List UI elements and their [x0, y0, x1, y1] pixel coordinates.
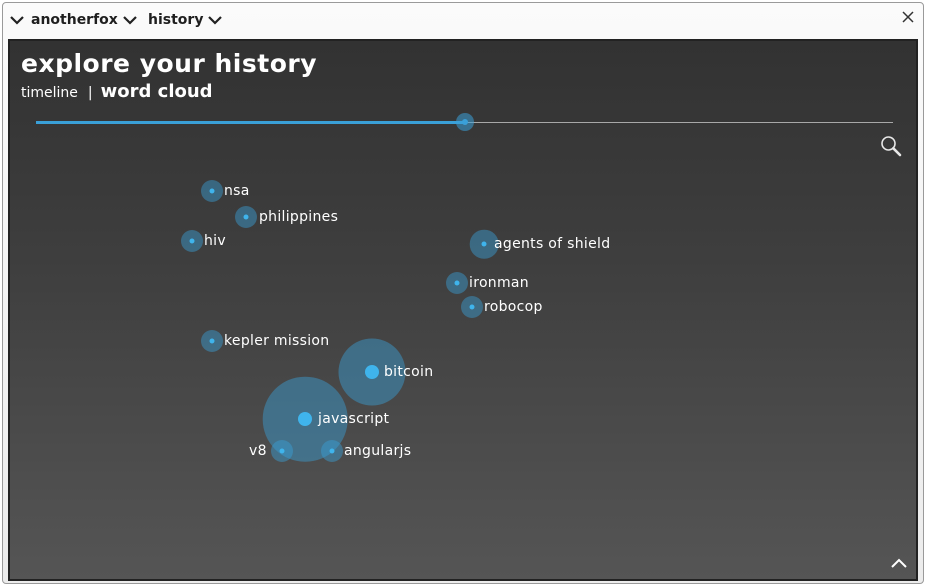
word-dot: [469, 304, 475, 310]
word-dot: [329, 448, 335, 454]
chevron-down-icon[interactable]: [207, 14, 223, 26]
word-label[interactable]: nsa: [224, 183, 250, 199]
word-label[interactable]: v8: [249, 443, 267, 459]
word-label[interactable]: hiv: [204, 233, 226, 249]
close-icon[interactable]: [901, 10, 915, 24]
crumb-history-label: history: [148, 12, 204, 28]
word-label[interactable]: agents of shield: [494, 236, 610, 252]
word-dot: [209, 338, 215, 344]
word-dot: [243, 214, 249, 220]
word-dot: [481, 241, 487, 247]
word-cloud: nsa philippines hiv agents of shield ironman…: [10, 41, 916, 579]
word-label[interactable]: kepler mission: [224, 333, 329, 349]
crumb-anotherfox-label: anotherfox: [31, 12, 118, 28]
word-dot: [189, 238, 195, 244]
word-label[interactable]: ironman: [469, 275, 529, 291]
word-label[interactable]: angularjs: [344, 443, 411, 459]
word-label[interactable]: javascript: [318, 411, 389, 427]
word-dot: [298, 412, 312, 426]
word-label[interactable]: robocop: [484, 299, 543, 315]
crumb-history[interactable]: history: [148, 12, 223, 28]
chevron-down-icon[interactable]: [122, 14, 138, 26]
title-bar: anotherfox history: [3, 3, 923, 37]
app-window: anotherfox history explore your history …: [2, 2, 924, 584]
crumb-anotherfox[interactable]: anotherfox: [9, 12, 138, 28]
word-dot: [454, 280, 460, 286]
chevron-up-icon[interactable]: [890, 557, 908, 569]
word-dot: [365, 365, 379, 379]
word-dot: [279, 448, 285, 454]
word-dot: [209, 188, 215, 194]
word-label[interactable]: bitcoin: [384, 364, 433, 380]
history-panel: explore your history timeline | word clo…: [8, 39, 918, 581]
chevron-down-icon: [10, 16, 24, 25]
word-label[interactable]: philippines: [259, 209, 338, 225]
